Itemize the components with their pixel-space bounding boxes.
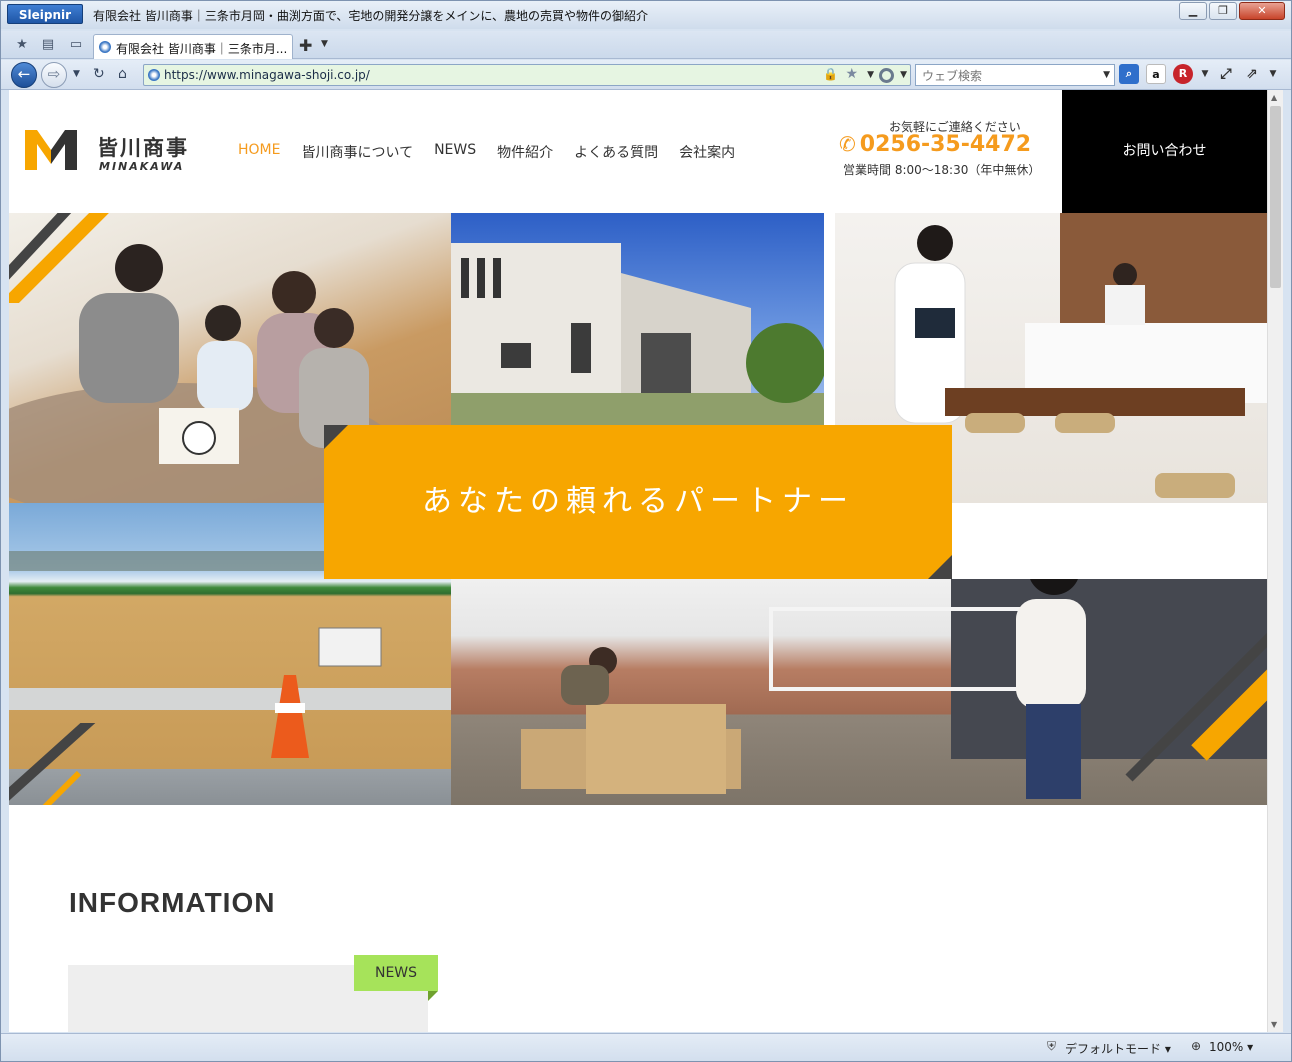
logo-text-jp[interactable]: 皆川商事 — [97, 132, 189, 162]
global-nav: HOME 皆川商事について NEWS 物件紹介 よくある質問 会社案内 — [238, 142, 735, 162]
search-engine-dropdown-icon[interactable]: ▼ — [1103, 70, 1110, 80]
address-dropdown-icon[interactable]: ▼ — [867, 70, 874, 80]
zoom-level[interactable]: 100% ▾ — [1209, 1040, 1253, 1054]
house-illustration — [451, 243, 824, 425]
window-controls: ▁ ❐ ✕ — [1179, 2, 1285, 20]
vertical-scrollbar[interactable]: ▲ ▼ — [1267, 90, 1283, 1032]
site-favicon-icon — [99, 41, 111, 53]
scroll-up-icon[interactable]: ▲ — [1271, 93, 1277, 102]
close-button[interactable]: ✕ — [1239, 2, 1285, 20]
zoom-icon[interactable]: ⊕ — [1191, 1039, 1201, 1053]
engine-dropdown-icon[interactable]: ▼ — [900, 70, 907, 80]
site-header: 皆川商事 MINAKAWA HOME 皆川商事について NEWS 物件紹介 よく… — [9, 90, 1267, 213]
favorites-icon[interactable]: ★ — [13, 36, 31, 54]
menu-chevron-down-icon[interactable]: ▼ — [1263, 64, 1283, 84]
mode-selector[interactable]: デフォルトモード ▾ — [1065, 1040, 1171, 1057]
history-chevron-down-icon[interactable]: ▼ — [73, 69, 80, 79]
app-menu-button[interactable]: Sleipnir — [7, 4, 83, 24]
hero-photo-house — [451, 213, 824, 425]
new-tab-icon[interactable]: ✚ — [299, 36, 312, 55]
nav-properties[interactable]: 物件紹介 — [497, 142, 553, 162]
tab-list-icon[interactable]: ▭ — [67, 36, 85, 54]
logo-text-en[interactable]: MINAKAWA — [99, 160, 184, 173]
panel-icon[interactable]: ▤ — [39, 36, 57, 54]
lock-icon[interactable]: 🔒 — [823, 67, 838, 81]
fullscreen-icon[interactable]: ⤢ — [1216, 64, 1236, 84]
bookmark-star-icon[interactable]: ★ — [845, 66, 858, 82]
nav-faq[interactable]: よくある質問 — [574, 142, 658, 162]
navigation-bar: ← ⇨ ▼ ↻ ⌂ https://www.minagawa-shoji.co.… — [1, 60, 1291, 90]
tab-menu-chevron-down-icon[interactable]: ▼ — [321, 39, 328, 49]
hero-catch-band: あなたの頼れるパートナー — [324, 425, 952, 579]
phone-number[interactable]: ✆ 0256-35-4472 — [839, 132, 1031, 157]
phone-number-text: 0256-35-4472 — [859, 132, 1032, 157]
hero-catchphrase: あなたの頼れるパートナー — [422, 484, 854, 519]
browser-window: Sleipnir 有限会社 皆川商事｜三条市月岡・曲渕方面で、宅地の開発分譲をメ… — [0, 0, 1292, 1062]
rakuten-icon[interactable]: R — [1173, 64, 1193, 84]
search-icon[interactable]: ⌕ — [1119, 64, 1139, 84]
engine-icon[interactable] — [879, 68, 894, 83]
url-text[interactable]: https://www.minagawa-shoji.co.jp/ — [164, 68, 370, 82]
news-tag-fold — [428, 991, 438, 1001]
business-hours: 営業時間 8:00〜18:30（年中無休） — [843, 163, 1041, 177]
scroll-down-icon[interactable]: ▼ — [1271, 1020, 1277, 1029]
forward-button[interactable]: ⇨ — [41, 62, 67, 88]
phone-icon: ✆ — [839, 132, 856, 156]
maximize-button[interactable]: ❐ — [1209, 2, 1237, 20]
nav-home[interactable]: HOME — [238, 142, 280, 162]
share-icon[interactable]: ⇗ — [1242, 64, 1262, 84]
back-button[interactable]: ← — [11, 62, 37, 88]
status-bar: ⛨ デフォルトモード ▾ ⊕ 100% ▾ — [1, 1033, 1291, 1061]
nav-news[interactable]: NEWS — [434, 142, 476, 162]
reload-icon[interactable]: ↻ — [93, 66, 105, 82]
amazon-icon[interactable]: a — [1146, 64, 1166, 84]
nav-company[interactable]: 会社案内 — [679, 142, 735, 162]
stripe-decoration-bottom-left — [9, 723, 96, 805]
tab-current[interactable]: 有限会社 皆川商事｜三条市月... — [93, 34, 293, 59]
window-title: 有限会社 皆川商事｜三条市月岡・曲渕方面で、宅地の開発分譲をメインに、農地の売買… — [93, 9, 648, 23]
mode-label: デフォルトモード — [1065, 1042, 1162, 1056]
logo-mark-icon[interactable] — [25, 130, 77, 170]
stripe-decoration-top-left — [9, 213, 109, 303]
title-bar: Sleipnir 有限会社 皆川商事｜三条市月岡・曲渕方面で、宅地の開発分譲をメ… — [1, 1, 1291, 29]
news-tag[interactable]: NEWS — [354, 955, 438, 991]
page-favicon-icon — [148, 69, 160, 81]
stripe-decoration-bottom-right — [1125, 632, 1267, 782]
shield-icon[interactable]: ⛨ — [1047, 1039, 1056, 1054]
address-bar[interactable]: https://www.minagawa-shoji.co.jp/ 🔒 ★ ▼ … — [143, 64, 911, 86]
tab-label: 有限会社 皆川商事｜三条市月... — [116, 42, 288, 56]
scrollbar-thumb[interactable] — [1270, 106, 1281, 288]
search-more-icon[interactable]: ▼ — [1195, 64, 1215, 84]
contact-button[interactable]: お問い合わせ — [1062, 90, 1267, 213]
hero-collage: あなたの頼れるパートナー — [9, 213, 1267, 805]
tab-bar: ★ ▤ ▭ 有限会社 皆川商事｜三条市月... ✚ ▼ — [1, 31, 1291, 59]
page-viewport: 皆川商事 MINAKAWA HOME 皆川商事について NEWS 物件紹介 よく… — [9, 90, 1267, 1032]
nav-about[interactable]: 皆川商事について — [301, 142, 413, 162]
zoom-value: 100% — [1209, 1040, 1244, 1054]
search-input[interactable] — [916, 66, 1096, 86]
minimize-button[interactable]: ▁ — [1179, 2, 1207, 20]
search-box[interactable]: ▼ — [915, 64, 1115, 86]
information-heading: INFORMATION — [69, 887, 276, 918]
home-icon[interactable]: ⌂ — [118, 66, 127, 82]
